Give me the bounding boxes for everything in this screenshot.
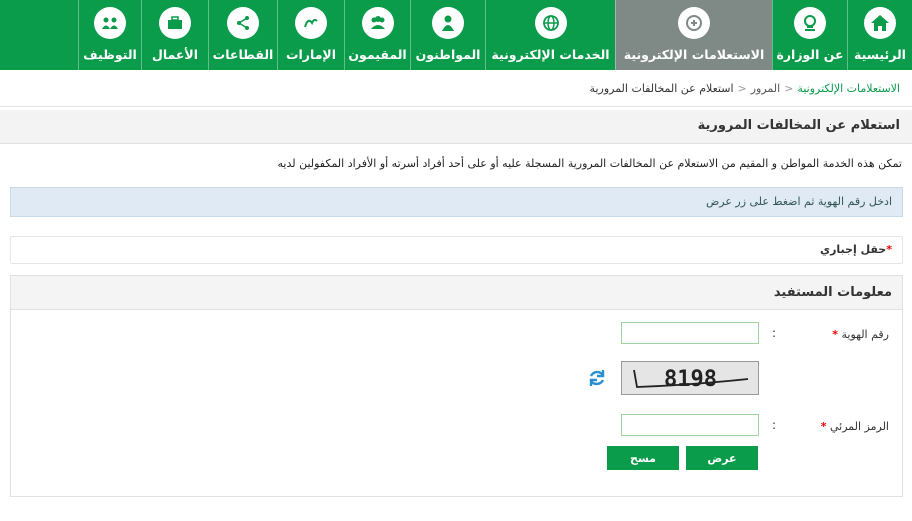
- nav-item-residents[interactable]: المقيمون: [344, 0, 410, 70]
- captcha-graphic: 8198: [633, 367, 749, 392]
- nav-item-e-services[interactable]: الخدمات الإلكترونية: [485, 0, 615, 70]
- visual-code-input[interactable]: [621, 414, 759, 436]
- nav-label: التوظيف: [83, 47, 137, 62]
- nav-item-emirates[interactable]: الإمارات: [277, 0, 344, 70]
- required-asterisk: *: [832, 328, 838, 341]
- nav-label: الاستعلامات الإلكترونية: [623, 47, 765, 62]
- emirates-icon: [295, 7, 327, 39]
- nav-item-sectors[interactable]: القطاعات: [208, 0, 277, 70]
- info-box: ادخل رقم الهوية ثم اضغط على زر عرض: [10, 187, 903, 217]
- required-note-text: *حقل إجباري: [820, 243, 892, 256]
- divider: [0, 106, 912, 107]
- breadcrumb-current: استعلام عن المخالفات المرورية: [589, 82, 734, 95]
- id-number-label: رقم الهوية *: [832, 328, 889, 341]
- nav-label: الخدمات الإلكترونية: [491, 47, 610, 62]
- nav-item-home[interactable]: الرئيسية: [847, 0, 912, 70]
- home-icon: [864, 7, 896, 39]
- nav-item-business[interactable]: الأعمال: [141, 0, 208, 70]
- panel-header: معلومات المستفيد: [11, 276, 902, 310]
- chevron-left-icon: <: [737, 82, 747, 95]
- submit-button[interactable]: عرض: [686, 446, 758, 470]
- service-description: تمكن هذه الخدمة المواطن و المقيم من الاس…: [277, 157, 903, 170]
- main-navigation: الرئيسية عن الوزارة الاستعلامات الإلكترو…: [0, 0, 912, 70]
- citizen-icon: [432, 7, 464, 39]
- residents-icon: [361, 7, 394, 39]
- nav-label: القطاعات: [212, 47, 274, 62]
- chevron-left-icon: <: [784, 82, 794, 95]
- employment-icon: [94, 7, 126, 39]
- required-asterisk: *: [886, 243, 892, 256]
- visual-code-label: الرمز المرئي *: [821, 420, 889, 433]
- id-number-input[interactable]: [621, 322, 759, 344]
- section-title: معلومات المستفيد: [773, 285, 892, 300]
- colon: :: [772, 418, 777, 432]
- breadcrumb-link-e-inquiries[interactable]: الاستعلامات الإلكترونية: [797, 82, 900, 95]
- id-number-label-text: رقم الهوية: [841, 328, 889, 341]
- page-title: استعلام عن المخالفات المرورية: [697, 118, 900, 133]
- nav-label: الأعمال: [151, 47, 199, 62]
- required-field-note: *حقل إجباري: [10, 236, 903, 264]
- nav-label: عن الوزارة: [776, 47, 844, 62]
- beneficiary-panel: معلومات المستفيد: [10, 275, 903, 497]
- nav-item-e-inquiries[interactable]: الاستعلامات الإلكترونية: [615, 0, 772, 70]
- captcha-image: 8198: [621, 361, 759, 395]
- visual-code-label-text: الرمز المرئي: [829, 420, 889, 433]
- inquiry-icon: [678, 7, 710, 39]
- colon: :: [772, 326, 777, 340]
- clear-button[interactable]: مسح: [607, 446, 679, 470]
- nav-label: الإمارات: [285, 47, 337, 62]
- captcha-text: 8198: [664, 367, 717, 392]
- info-message: ادخل رقم الهوية ثم اضغط على زر عرض: [705, 195, 892, 208]
- required-asterisk: *: [820, 420, 827, 433]
- emblem-icon: [794, 7, 826, 39]
- breadcrumb: الاستعلامات الإلكترونية<المرور<استعلام ع…: [590, 82, 900, 95]
- page-title-bar: استعلام عن المخالفات المرورية: [0, 110, 912, 144]
- nav-item-citizens[interactable]: المواطنون: [410, 0, 485, 70]
- nav-label: الرئيسية: [854, 47, 906, 62]
- breadcrumb-link-traffic[interactable]: المرور: [751, 82, 780, 95]
- required-note-label: حقل إجباري: [820, 243, 887, 256]
- nav-label: المقيمون: [348, 47, 407, 62]
- briefcase-icon: [159, 7, 191, 39]
- nav-item-employment[interactable]: التوظيف: [78, 0, 141, 70]
- nav-item-about-ministry[interactable]: عن الوزارة: [772, 0, 847, 70]
- sectors-icon: [227, 7, 259, 39]
- refresh-captcha-icon[interactable]: [587, 368, 607, 388]
- globe-icon: [534, 7, 567, 39]
- nav-label: المواطنون: [415, 47, 481, 62]
